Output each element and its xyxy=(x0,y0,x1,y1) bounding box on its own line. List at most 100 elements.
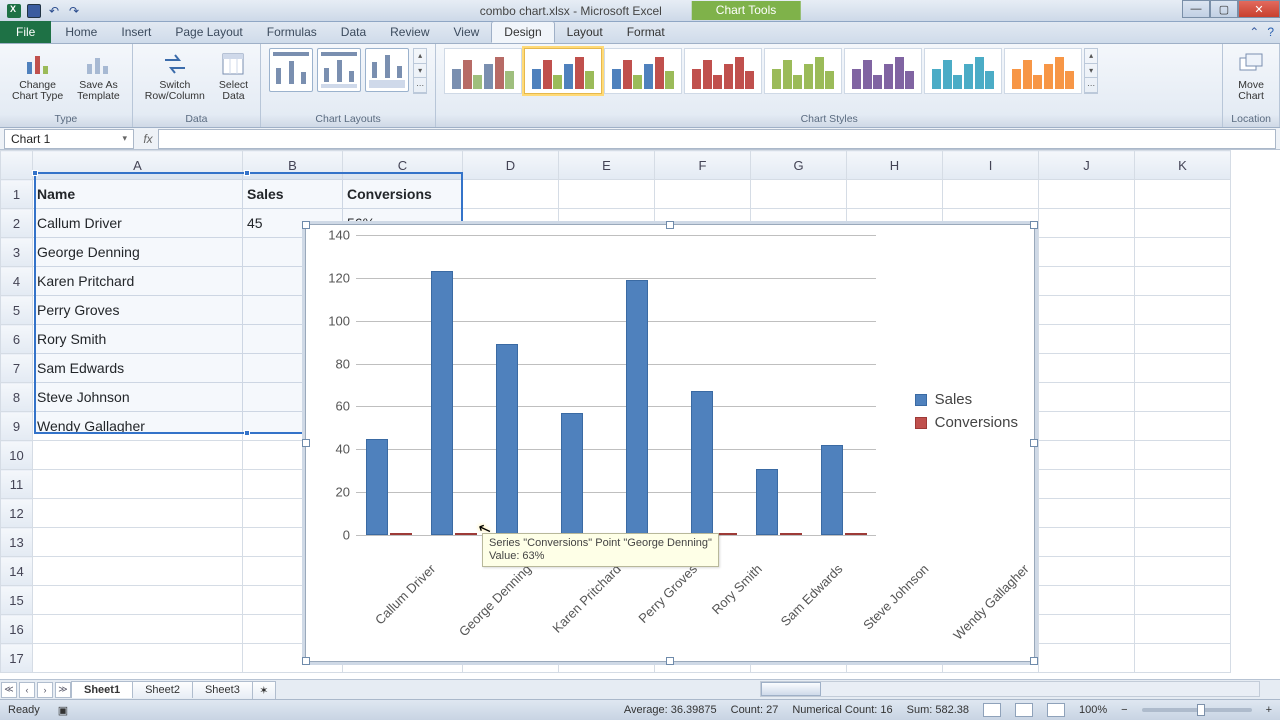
cell[interactable]: Sales xyxy=(243,180,343,209)
cell[interactable] xyxy=(847,180,943,209)
cell[interactable] xyxy=(1039,325,1135,354)
tab-nav-first-icon[interactable]: ≪ xyxy=(1,682,17,698)
bar-conversions[interactable] xyxy=(455,533,477,535)
bar-sales[interactable] xyxy=(756,469,778,535)
cell[interactable] xyxy=(1135,180,1231,209)
move-chart-button[interactable]: Move Chart xyxy=(1233,48,1269,104)
chart-style-thumb[interactable] xyxy=(1004,48,1082,94)
cell[interactable] xyxy=(1135,586,1231,615)
redo-icon[interactable]: ↷ xyxy=(66,3,82,19)
cell[interactable] xyxy=(1039,354,1135,383)
cell[interactable]: Sam Edwards xyxy=(33,354,243,383)
cell[interactable] xyxy=(751,180,847,209)
zoom-in-icon[interactable]: + xyxy=(1266,704,1272,716)
cell[interactable] xyxy=(1135,557,1231,586)
select-data-button[interactable]: Select Data xyxy=(215,48,252,104)
column-header[interactable]: D xyxy=(463,151,559,180)
cell[interactable] xyxy=(1039,209,1135,238)
bar-sales[interactable] xyxy=(366,439,388,535)
cell[interactable] xyxy=(1039,412,1135,441)
cell[interactable] xyxy=(1135,528,1231,557)
row-header[interactable]: 9 xyxy=(1,412,33,441)
sheet-tab-2[interactable]: Sheet2 xyxy=(132,681,193,698)
cell[interactable] xyxy=(1135,470,1231,499)
cell[interactable] xyxy=(1135,296,1231,325)
row-header[interactable]: 16 xyxy=(1,615,33,644)
formula-input[interactable] xyxy=(158,129,1276,149)
macro-record-icon[interactable]: ▣ xyxy=(58,704,68,717)
cell[interactable] xyxy=(1135,412,1231,441)
column-header[interactable]: I xyxy=(943,151,1039,180)
row-header[interactable]: 10 xyxy=(1,441,33,470)
chart-style-thumb[interactable] xyxy=(924,48,1002,94)
cell[interactable] xyxy=(463,180,559,209)
bar-sales[interactable] xyxy=(431,271,453,535)
chart-styles-gallery[interactable]: ▴▾⋯ xyxy=(444,48,1098,94)
row-header[interactable]: 15 xyxy=(1,586,33,615)
switch-row-column-button[interactable]: Switch Row/Column xyxy=(141,48,209,104)
cell[interactable] xyxy=(33,470,243,499)
undo-icon[interactable]: ↶ xyxy=(46,3,62,19)
cell[interactable] xyxy=(1135,325,1231,354)
zoom-slider[interactable] xyxy=(1142,708,1252,712)
cell[interactable] xyxy=(33,615,243,644)
column-header[interactable]: K xyxy=(1135,151,1231,180)
tab-format[interactable]: Format xyxy=(615,21,677,43)
close-button[interactable]: ✕ xyxy=(1238,0,1280,18)
row-header[interactable]: 12 xyxy=(1,499,33,528)
chart-legend[interactable]: Sales Conversions xyxy=(915,385,1018,437)
bar-conversions[interactable] xyxy=(780,533,802,535)
column-header[interactable]: C xyxy=(343,151,463,180)
save-as-template-button[interactable]: Save As Template xyxy=(73,48,124,104)
row-header[interactable]: 3 xyxy=(1,238,33,267)
column-header[interactable]: G xyxy=(751,151,847,180)
column-header[interactable]: J xyxy=(1039,151,1135,180)
bar-conversions[interactable] xyxy=(390,533,412,535)
cell[interactable] xyxy=(1135,383,1231,412)
cell[interactable] xyxy=(1135,209,1231,238)
cell[interactable] xyxy=(1039,528,1135,557)
fx-icon[interactable]: fx xyxy=(138,132,158,146)
column-header[interactable]: F xyxy=(655,151,751,180)
row-header[interactable]: 13 xyxy=(1,528,33,557)
view-page-layout-icon[interactable] xyxy=(1015,703,1033,717)
minimize-button[interactable]: — xyxy=(1182,0,1210,18)
cell[interactable] xyxy=(1039,499,1135,528)
cell[interactable]: Name xyxy=(33,180,243,209)
chart-plot-area[interactable]: 020406080100120140 xyxy=(356,235,876,535)
cell[interactable] xyxy=(655,180,751,209)
view-normal-icon[interactable] xyxy=(983,703,1001,717)
cell[interactable] xyxy=(1135,499,1231,528)
cell[interactable] xyxy=(1039,383,1135,412)
cell[interactable] xyxy=(1039,238,1135,267)
tab-data[interactable]: Data xyxy=(329,21,378,43)
cell[interactable] xyxy=(559,180,655,209)
embedded-chart[interactable]: 020406080100120140 Callum DriverGeorge D… xyxy=(305,224,1035,662)
tab-nav-last-icon[interactable]: ≫ xyxy=(55,682,71,698)
chart-style-thumb[interactable] xyxy=(684,48,762,94)
bar-sales[interactable] xyxy=(626,280,648,535)
tab-page-layout[interactable]: Page Layout xyxy=(163,21,254,43)
cell[interactable] xyxy=(1039,557,1135,586)
chart-layout-thumb[interactable] xyxy=(269,48,313,92)
cell[interactable] xyxy=(33,644,243,673)
minimize-ribbon-icon[interactable]: ⌃ xyxy=(1249,25,1259,39)
chart-layout-thumb[interactable] xyxy=(317,48,361,92)
save-icon[interactable] xyxy=(26,3,42,19)
cell[interactable]: Steve Johnson xyxy=(33,383,243,412)
cell[interactable]: George Denning xyxy=(33,238,243,267)
row-header[interactable]: 2 xyxy=(1,209,33,238)
row-header[interactable]: 4 xyxy=(1,267,33,296)
cell[interactable] xyxy=(1039,470,1135,499)
cell[interactable] xyxy=(1135,615,1231,644)
row-header[interactable]: 7 xyxy=(1,354,33,383)
tab-layout[interactable]: Layout xyxy=(555,21,615,43)
cell[interactable]: Conversions xyxy=(343,180,463,209)
chart-style-thumb[interactable] xyxy=(764,48,842,94)
layouts-scroll[interactable]: ▴▾⋯ xyxy=(413,48,427,94)
cell[interactable] xyxy=(33,586,243,615)
cell[interactable]: Rory Smith xyxy=(33,325,243,354)
cell[interactable] xyxy=(33,441,243,470)
bar-sales[interactable] xyxy=(561,413,583,535)
tab-insert[interactable]: Insert xyxy=(109,21,163,43)
